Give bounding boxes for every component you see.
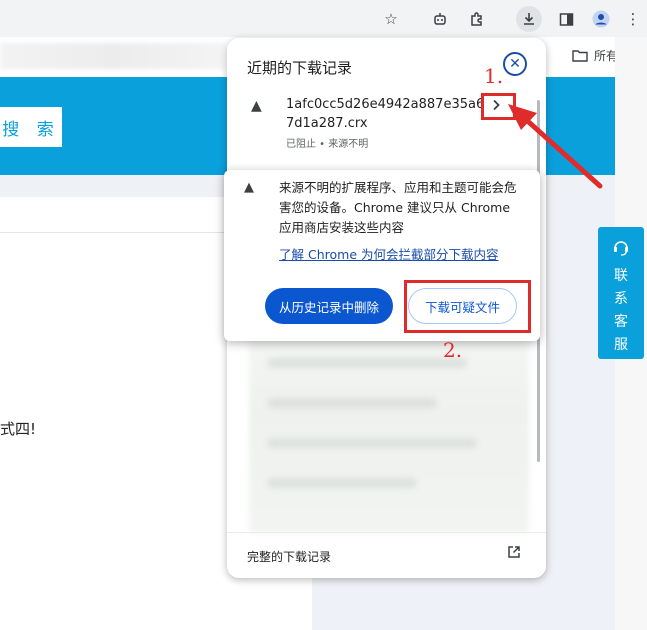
warning-message: 来源不明的扩展程序、应用和主题可能会危害您的设备。Chrome 建议只从 Chr… — [279, 180, 517, 235]
profile-icon[interactable] — [588, 6, 614, 32]
delete-from-history-button[interactable]: 从历史记录中删除 — [265, 288, 393, 324]
annotation-label-1: 1. — [484, 64, 504, 88]
blurred-row — [267, 398, 437, 408]
blurred-row — [267, 358, 467, 368]
robot-icon[interactable] — [427, 6, 453, 32]
blurred-bookmarks — [0, 43, 225, 69]
puzzle-icon[interactable] — [464, 6, 490, 32]
sidebar-icon[interactable] — [553, 6, 579, 32]
download-item-filename[interactable]: 1afc0cc5d26e4942a887e35a67d1a287.crx — [286, 95, 491, 133]
download-icon[interactable] — [516, 6, 542, 32]
annotation-box-2 — [404, 280, 531, 333]
more-icon[interactable]: ⋮ — [624, 6, 642, 32]
full-download-history-link[interactable]: 完整的下载记录 — [247, 548, 331, 565]
folder-icon — [572, 50, 588, 62]
learn-why-link[interactable]: 了解 Chrome 为何会拦截部分下载内容 — [279, 244, 498, 263]
close-icon[interactable]: ✕ — [503, 52, 527, 76]
search-button[interactable]: 搜 索 — [0, 107, 62, 147]
blurred-row — [267, 438, 477, 448]
open-external-icon[interactable] — [507, 545, 521, 563]
contact-service-button[interactable]: 联系客服 — [598, 227, 644, 359]
contact-service-label: 联系客服 — [614, 268, 628, 353]
divider — [0, 232, 230, 233]
warning-icon: ▲ — [244, 180, 254, 195]
page-body-text: 式四! — [0, 420, 37, 438]
download-item-status: 已阻止 • 来源不明 — [286, 139, 369, 150]
headset-icon — [611, 237, 631, 263]
blurred-row — [267, 478, 417, 488]
browser-toolbar: ☆ ⋮ — [0, 0, 647, 37]
star-icon[interactable]: ☆ — [378, 6, 404, 32]
annotation-box-1 — [481, 93, 516, 120]
download-panel-footer[interactable]: 完整的下载记录 — [227, 532, 546, 578]
warning-icon: ▲ — [251, 98, 262, 114]
download-panel-title: 近期的下载记录 — [247, 59, 353, 77]
annotation-label-2: 2. — [443, 338, 463, 362]
